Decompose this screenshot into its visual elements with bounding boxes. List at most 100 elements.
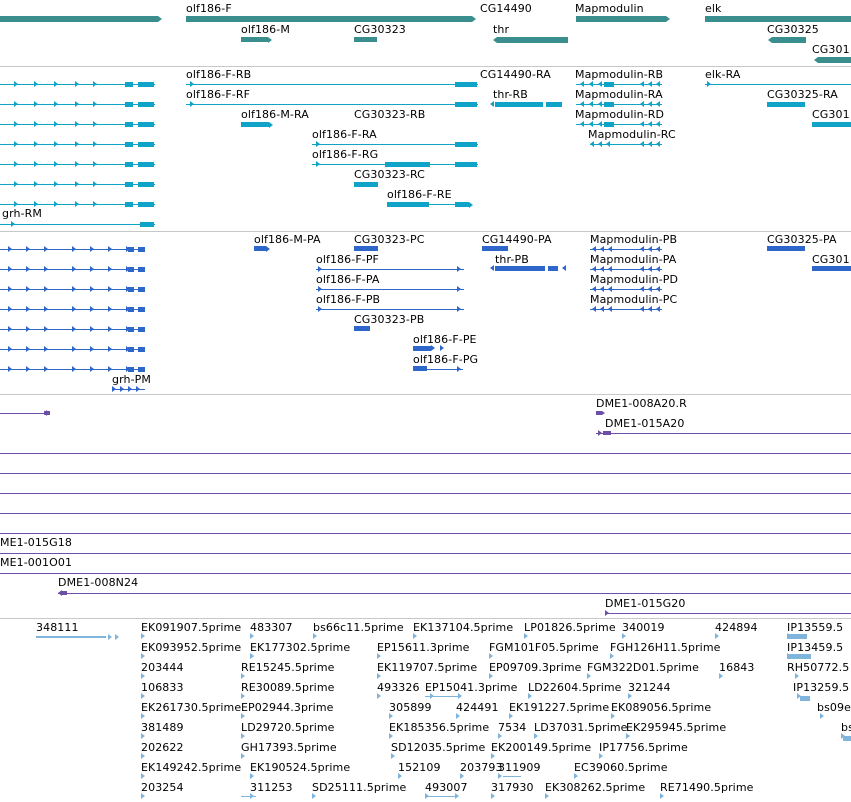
feature-block[interactable] (138, 267, 145, 272)
arrow-right-icon (491, 753, 495, 759)
arrow-left-icon (648, 141, 652, 147)
feature-block[interactable] (140, 222, 154, 227)
arrow-left-icon (640, 306, 644, 312)
track-proteins-label: thr-PB (495, 253, 529, 266)
track-clones-label: DME1-015A20 (605, 417, 685, 430)
feature-block[interactable] (138, 367, 145, 372)
feature-block[interactable] (62, 591, 67, 595)
track-proteins-label: CG14490-PA (482, 233, 552, 246)
feature-block[interactable] (138, 122, 154, 127)
feature-block[interactable] (128, 367, 134, 372)
feature-block[interactable] (843, 736, 851, 741)
feature-block[interactable] (138, 82, 154, 87)
track-proteins-label: Mapmodulin-PC (590, 293, 678, 306)
feature-block[interactable] (125, 82, 133, 87)
gene-feature[interactable] (186, 16, 472, 22)
arrow-right-icon (54, 161, 58, 167)
feature-block[interactable] (125, 182, 133, 187)
feature-block[interactable] (603, 431, 611, 435)
gene-feature[interactable] (772, 37, 806, 43)
arrow-left-icon (589, 81, 593, 87)
feature-block[interactable] (413, 346, 431, 351)
arrow-right-icon (8, 306, 12, 312)
est-label: 7534 (498, 721, 527, 734)
feature-block[interactable] (354, 182, 378, 187)
feature-block[interactable] (455, 162, 477, 167)
feature-block[interactable] (455, 202, 469, 207)
feature-block[interactable] (546, 102, 562, 107)
feature-block[interactable] (36, 636, 106, 638)
feature-block[interactable] (354, 246, 378, 251)
feature-block[interactable] (125, 202, 133, 207)
est-label: LD37031.5prime (534, 721, 628, 734)
feature-block[interactable] (800, 696, 810, 701)
arrow-right-icon (72, 286, 76, 292)
arrow-right-icon (26, 326, 30, 332)
feature-block[interactable] (128, 287, 134, 292)
feature-block[interactable] (125, 102, 133, 107)
feature-block[interactable] (604, 82, 614, 87)
feature-block[interactable] (254, 246, 266, 251)
feature-block[interactable] (138, 162, 154, 167)
feature-block[interactable] (455, 102, 477, 107)
gene-feature[interactable] (354, 37, 377, 42)
est-label: IP13459.5 (787, 641, 844, 654)
feature-block[interactable] (482, 246, 508, 251)
feature-block[interactable] (241, 122, 269, 127)
arrow-right-icon (75, 121, 79, 127)
feature-block[interactable] (138, 202, 154, 207)
feature-block[interactable] (495, 266, 545, 271)
arrow-left-icon (589, 121, 593, 127)
gene-feature[interactable] (576, 16, 666, 22)
est-label: 16843 (719, 661, 755, 674)
feature-block[interactable] (44, 411, 50, 415)
feature-block[interactable] (495, 102, 543, 107)
arrow-right-icon (141, 753, 145, 759)
feature-block[interactable] (125, 142, 133, 147)
gene-feature[interactable] (705, 16, 851, 22)
feature-block[interactable] (385, 162, 430, 167)
feature-block[interactable] (812, 122, 851, 127)
feature-block[interactable] (128, 347, 134, 352)
feature-block[interactable] (354, 326, 370, 331)
feature-block[interactable] (138, 102, 154, 107)
feature-block[interactable] (138, 307, 145, 312)
feature-block[interactable] (138, 347, 145, 352)
feature-block[interactable] (128, 327, 134, 332)
arrow-right-icon (457, 286, 461, 292)
feature-block[interactable] (138, 287, 145, 292)
feature-block[interactable] (387, 202, 429, 207)
feature-block[interactable] (767, 246, 805, 251)
feature-block[interactable] (548, 266, 558, 271)
feature-block[interactable] (125, 122, 133, 127)
genome-browser-panel: olf186-F CG14490 Mapmodulin elk olf186-M CG30… (0, 0, 851, 802)
feature-block[interactable] (138, 182, 154, 187)
feature-block[interactable] (125, 162, 133, 167)
gene-feature[interactable] (241, 37, 268, 42)
feature-block[interactable] (604, 102, 614, 107)
track-proteins-label: CG30325-PA (767, 233, 837, 246)
feature-block[interactable] (455, 82, 477, 87)
arrow-right-icon (489, 673, 493, 679)
feature-block[interactable] (812, 266, 851, 271)
feature-block[interactable] (767, 102, 805, 107)
feature-block[interactable] (138, 247, 145, 252)
feature-block[interactable] (787, 654, 811, 659)
feature-line (316, 309, 464, 310)
gene-label: olf186-M (241, 23, 290, 36)
feature-block[interactable] (413, 366, 427, 371)
feature-block[interactable] (138, 142, 154, 147)
gene-feature[interactable] (818, 57, 851, 63)
feature-block[interactable] (604, 122, 614, 127)
feature-block[interactable] (138, 327, 145, 332)
feature-block[interactable] (128, 267, 134, 272)
feature-block[interactable] (787, 634, 807, 639)
feature-block[interactable] (128, 307, 134, 312)
track-proteins-label: CG301 (812, 253, 850, 266)
gene-feature[interactable] (497, 37, 568, 43)
arrow-left-icon (600, 286, 604, 292)
gene-feature[interactable] (0, 16, 158, 22)
feature-block[interactable] (128, 247, 134, 252)
arrow-right-icon (141, 793, 145, 799)
feature-block[interactable] (455, 142, 477, 147)
